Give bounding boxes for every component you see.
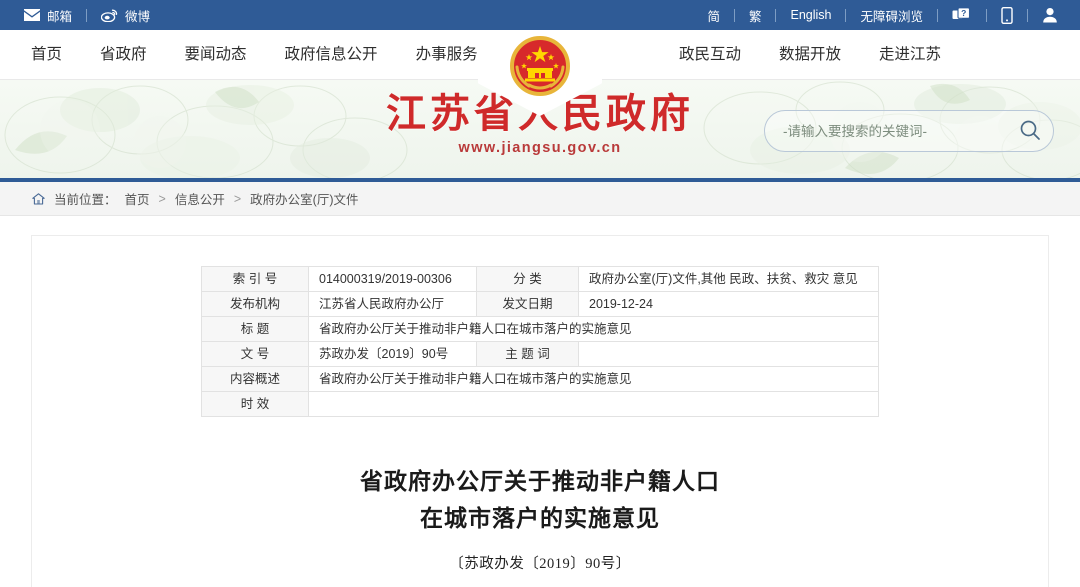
weibo-link[interactable]: 微博 bbox=[101, 6, 150, 25]
meta-label-validity: 时 效 bbox=[201, 391, 309, 417]
meta-label-title: 标 题 bbox=[201, 316, 309, 342]
nav-item-info-disclosure[interactable]: 政府信息公开 bbox=[266, 30, 397, 80]
meta-value-title: 省政府办公厅关于推动非户籍人口在城市落户的实施意见 bbox=[308, 316, 879, 342]
home-icon[interactable] bbox=[32, 192, 45, 205]
meta-value-validity bbox=[308, 391, 879, 417]
search-button[interactable] bbox=[1015, 116, 1045, 146]
meta-value-category: 政府办公室(厅)文件,其他 民政、扶贫、救灾 意见 bbox=[578, 266, 879, 292]
lang-traditional-link[interactable]: 繁 bbox=[749, 6, 762, 25]
topbar-divider bbox=[775, 8, 777, 22]
document-number: 〔苏政办发〔2019〕90号〕 bbox=[449, 555, 631, 572]
site-search[interactable] bbox=[764, 110, 1054, 152]
topbar-divider bbox=[1027, 8, 1028, 22]
table-row: 时 效 bbox=[201, 391, 879, 417]
lang-english-link[interactable]: English bbox=[790, 8, 831, 22]
topbar-divider bbox=[733, 8, 735, 22]
nav-item-home[interactable]: 首页 bbox=[12, 30, 81, 80]
mailbox-link[interactable]: 邮箱 bbox=[24, 6, 72, 25]
nav-item-provincial-government[interactable]: 省政府 bbox=[81, 30, 166, 80]
meta-value-document-number: 苏政办发〔2019〕90号 bbox=[308, 341, 477, 367]
breadcrumb-bar: 当前位置： 首页 > 信息公开 > 政府办公室(厅)文件 bbox=[0, 182, 1080, 216]
table-row: 文 号 苏政办发〔2019〕90号 主 题 词 bbox=[201, 341, 879, 367]
meta-value-index-number: 014000319/2019-00306 bbox=[308, 266, 477, 292]
meta-value-issuing-agency: 江苏省人民政府办公厅 bbox=[308, 291, 477, 317]
page-body: 索 引 号 014000319/2019-00306 分 类 政府办公室(厅)文… bbox=[0, 216, 1080, 587]
help-icon[interactable]: ? bbox=[952, 7, 972, 23]
meta-value-subject-terms bbox=[578, 341, 879, 367]
document-metadata-table: 索 引 号 014000319/2019-00306 分 类 政府办公室(厅)文… bbox=[201, 266, 879, 417]
lang-simplified-link[interactable]: 简 bbox=[707, 6, 720, 25]
breadcrumb: 当前位置： 首页 > 信息公开 > 政府办公室(厅)文件 bbox=[32, 189, 359, 208]
topbar-divider bbox=[937, 8, 938, 22]
document-title-line1: 省政府办公厅关于推动非户籍人口 bbox=[360, 469, 720, 494]
nav-item-about-jiangsu[interactable]: 走进江苏 bbox=[860, 30, 960, 80]
meta-label-document-number: 文 号 bbox=[201, 341, 309, 367]
mobile-icon[interactable] bbox=[1001, 6, 1013, 24]
nav-item-interaction[interactable]: 政民互动 bbox=[660, 30, 760, 80]
nav-item-open-data[interactable]: 数据开放 bbox=[760, 30, 860, 80]
breadcrumb-separator: > bbox=[158, 191, 166, 206]
document-title: 省政府办公厅关于推动非户籍人口 在城市落户的实施意见 bbox=[32, 463, 1048, 538]
top-utility-bar: 邮箱 微博 简 繁 English 无障碍浏览 ? bbox=[0, 0, 1080, 30]
breadcrumb-item-disclosure[interactable]: 信息公开 bbox=[175, 189, 225, 208]
breadcrumb-label: 当前位置： bbox=[54, 193, 117, 207]
table-row: 标 题 省政府办公厅关于推动非户籍人口在城市落户的实施意见 bbox=[201, 316, 879, 342]
breadcrumb-item-office-documents[interactable]: 政府办公室(厅)文件 bbox=[250, 189, 358, 208]
search-icon bbox=[1019, 119, 1041, 144]
mail-icon bbox=[24, 9, 40, 21]
user-icon[interactable] bbox=[1042, 7, 1058, 23]
meta-label-category: 分 类 bbox=[476, 266, 579, 292]
breadcrumb-separator: > bbox=[233, 191, 242, 206]
meta-value-summary: 省政府办公厅关于推动非户籍人口在城市落户的实施意见 bbox=[308, 366, 879, 392]
meta-label-summary: 内容概述 bbox=[201, 366, 309, 392]
nav-right-group: 政民互动 数据开放 走进江苏 bbox=[660, 30, 1080, 80]
table-row: 内容概述 省政府办公厅关于推动非户籍人口在城市落户的实施意见 bbox=[201, 366, 879, 392]
breadcrumb-item-home[interactable]: 首页 bbox=[125, 189, 150, 208]
topbar-divider bbox=[845, 8, 847, 22]
topbar-left-group: 邮箱 微博 bbox=[0, 6, 150, 25]
national-emblem bbox=[509, 35, 571, 97]
nav-left-group: 首页 省政府 要闻动态 政府信息公开 办事服务 bbox=[0, 30, 497, 80]
meta-label-subject-terms: 主 题 词 bbox=[476, 341, 579, 367]
site-url: www.jiangsu.gov.cn bbox=[458, 140, 622, 156]
meta-label-index-number: 索 引 号 bbox=[201, 266, 309, 292]
table-row: 发布机构 江苏省人民政府办公厅 发文日期 2019-12-24 bbox=[201, 291, 879, 317]
weibo-label: 微博 bbox=[125, 9, 151, 24]
content-card: 索 引 号 014000319/2019-00306 分 类 政府办公室(厅)文… bbox=[31, 235, 1049, 587]
mailbox-label: 邮箱 bbox=[47, 9, 73, 24]
topbar-divider bbox=[86, 8, 88, 22]
nav-item-news[interactable]: 要闻动态 bbox=[166, 30, 266, 80]
topbar-right-group: 简 繁 English 无障碍浏览 ? bbox=[707, 6, 1080, 25]
search-input[interactable] bbox=[783, 123, 1015, 139]
table-row: 索 引 号 014000319/2019-00306 分 类 政府办公室(厅)文… bbox=[201, 266, 879, 292]
svg-text:?: ? bbox=[961, 8, 966, 18]
topbar-divider bbox=[986, 8, 987, 22]
accessibility-link[interactable]: 无障碍浏览 bbox=[860, 6, 923, 25]
meta-value-issue-date: 2019-12-24 bbox=[578, 291, 879, 317]
weibo-icon bbox=[101, 9, 118, 22]
main-navigation: 首页 省政府 要闻动态 政府信息公开 办事服务 政民互动 数据开放 走进江苏 bbox=[0, 30, 1080, 116]
meta-label-issue-date: 发文日期 bbox=[476, 291, 579, 317]
document-title-line2: 在城市落户的实施意见 bbox=[420, 506, 660, 532]
meta-label-issuing-agency: 发布机构 bbox=[201, 291, 309, 317]
